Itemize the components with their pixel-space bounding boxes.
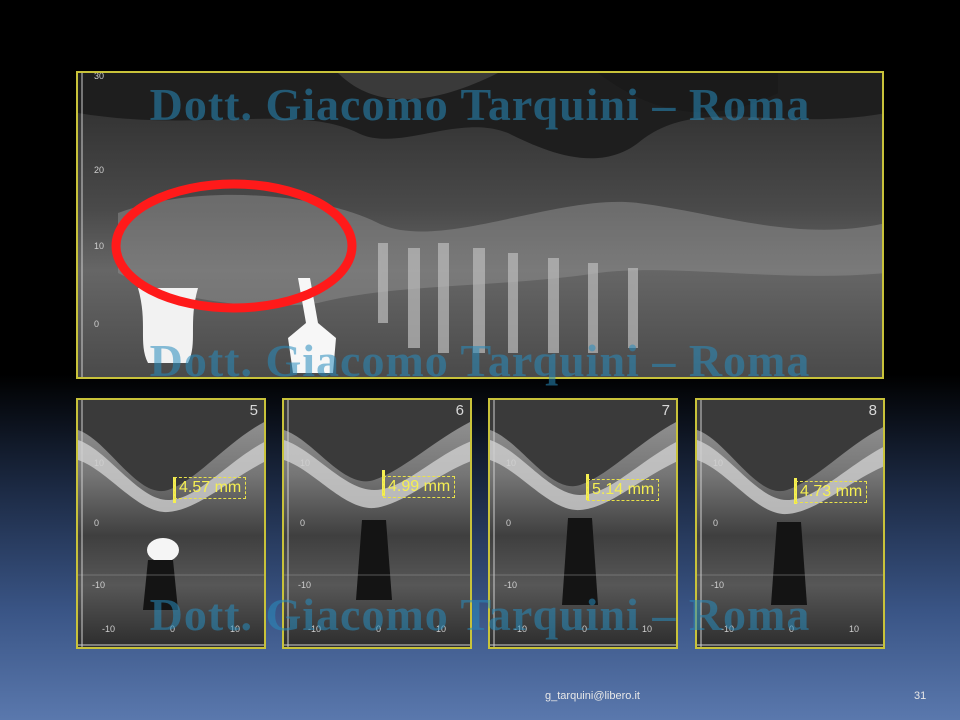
y-tick: 0 [713, 518, 719, 528]
slice-number: 6 [455, 402, 464, 419]
watermark: Dott. Giacomo Tarquini – Roma [149, 589, 811, 640]
y-tick: 0 [506, 518, 512, 528]
y-tick: 0 [94, 319, 100, 329]
y-tick: 10 [94, 241, 105, 251]
measurement-label: 4.57 mm [174, 477, 247, 499]
y-tick: 10 [506, 458, 517, 468]
y-tick: 0 [300, 518, 306, 528]
y-tick: 10 [300, 458, 311, 468]
y-tick: 20 [94, 165, 105, 175]
y-tick: 10 [94, 458, 105, 468]
slice-number: 5 [249, 402, 258, 419]
y-tick: 10 [713, 458, 724, 468]
slice-number: 7 [661, 402, 670, 419]
watermark: Dott. Giacomo Tarquini – Roma [149, 79, 811, 130]
slice-number: 8 [868, 402, 877, 419]
measurement-label: 5.14 mm [587, 479, 660, 501]
footer-email: g_tarquini@libero.it [545, 690, 640, 702]
measurement-label: 4.73 mm [795, 481, 868, 503]
slide-number: 31 [914, 690, 927, 702]
y-tick: 0 [94, 518, 100, 528]
watermark: Dott. Giacomo Tarquini – Roma [149, 335, 811, 386]
measurement-label: 4.99 mm [383, 476, 456, 498]
